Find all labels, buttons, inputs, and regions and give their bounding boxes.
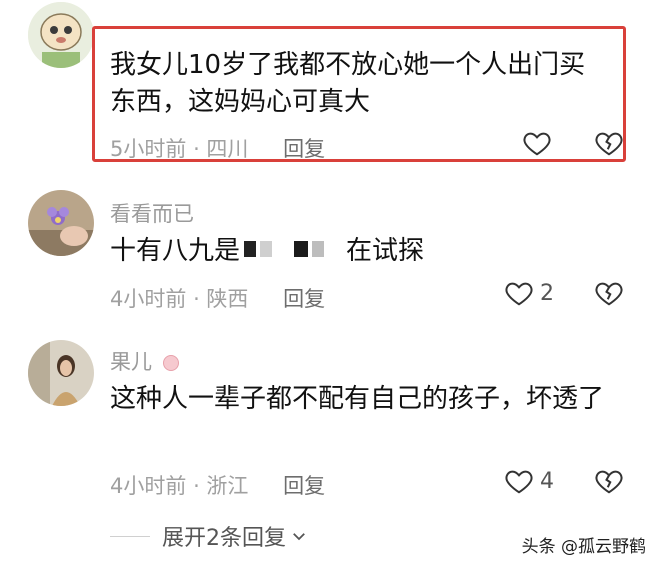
- candy-emoji-icon: [162, 355, 179, 371]
- username-text: 果儿: [110, 350, 152, 374]
- dislike-button[interactable]: [594, 128, 624, 162]
- comment-location: 四川: [206, 137, 249, 161]
- comment-2: 看看而已 十有八九是 在试探 4小时前 · 陕西 回复 2: [0, 180, 660, 320]
- redaction: [240, 237, 346, 267]
- comment-text: 这种人一辈子都不配有自己的孩子，坏透了: [110, 384, 605, 414]
- comment-text-suffix: 在试探: [346, 236, 425, 266]
- watermark: 头条 @孤云野鹤: [521, 537, 646, 557]
- cartoon-avatar-icon: [28, 2, 94, 68]
- reply-button[interactable]: 回复: [283, 287, 325, 311]
- like-button[interactable]: 2: [504, 278, 554, 308]
- comment-meta: 5小时前 · 四川 回复: [110, 133, 325, 163]
- reply-button[interactable]: 回复: [283, 137, 325, 161]
- expand-replies-button[interactable]: 展开2条回复: [110, 520, 308, 552]
- comment-text: 十有八九是 在试探: [110, 233, 620, 270]
- comment-location: 浙江: [206, 474, 249, 498]
- like-heart-icon: [523, 132, 551, 156]
- expand-replies-label: 展开2条回复: [162, 526, 286, 551]
- avatar[interactable]: [28, 340, 94, 406]
- meta-separator: ·: [193, 137, 207, 161]
- avatar[interactable]: [28, 190, 94, 256]
- dislike-broken-heart-icon: [595, 470, 623, 494]
- dislike-broken-heart-icon: [595, 282, 623, 306]
- comment-3: 果儿 这种人一辈子都不配有自己的孩子，坏透了 4小时前 · 浙江 回复 4: [0, 330, 660, 510]
- person-photo-avatar-icon: [28, 340, 94, 406]
- comment-text-prefix: 十有八九是: [110, 236, 241, 266]
- comment-location: 陕西: [206, 287, 249, 311]
- dislike-button[interactable]: [594, 466, 624, 500]
- divider-line: [110, 535, 150, 537]
- like-count: 4: [540, 468, 554, 494]
- chevron-down-icon: [293, 533, 305, 541]
- flower-photo-avatar-icon: [28, 190, 94, 256]
- like-button[interactable]: [522, 128, 660, 158]
- comment-time: 4小时前: [110, 474, 187, 498]
- meta-separator: ·: [193, 474, 207, 498]
- dislike-broken-heart-icon: [595, 132, 623, 156]
- username[interactable]: 果儿: [110, 346, 179, 376]
- comment-time: 4小时前: [110, 287, 187, 311]
- like-heart-icon: [505, 282, 533, 306]
- comment-text: 我女儿10岁了我都不放心她一个人出门买东西，这妈妈心可真大: [110, 50, 586, 117]
- like-heart-icon: [505, 470, 533, 494]
- comment-meta: 4小时前 · 陕西 回复: [110, 283, 325, 313]
- like-count: 2: [540, 280, 554, 306]
- dislike-button[interactable]: [594, 278, 624, 312]
- username[interactable]: 看看而已: [110, 198, 194, 228]
- like-button[interactable]: 4: [504, 466, 554, 496]
- comment-meta: 4小时前 · 浙江 回复: [110, 470, 325, 500]
- meta-separator: ·: [193, 287, 207, 311]
- reply-button[interactable]: 回复: [283, 474, 325, 498]
- avatar[interactable]: [28, 2, 94, 68]
- comment-time: 5小时前: [110, 137, 187, 161]
